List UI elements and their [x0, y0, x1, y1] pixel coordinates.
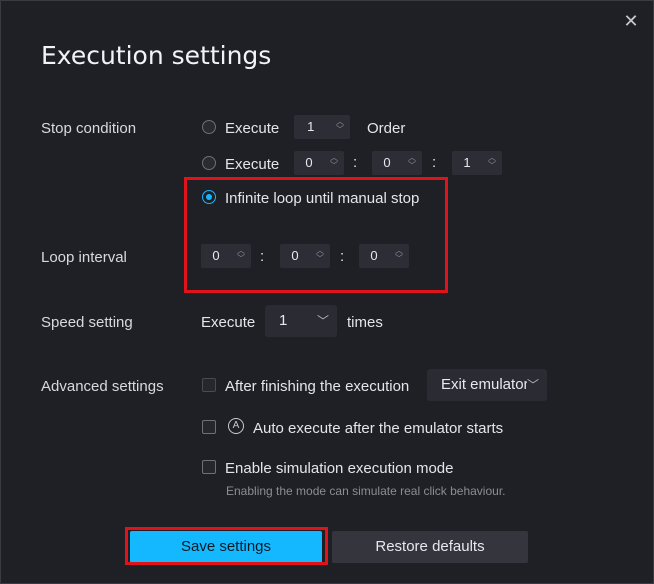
speed-prefix: Execute — [201, 314, 256, 331]
stepper-arrows-icon[interactable]: ︿ ﹀ — [334, 118, 346, 136]
after-finish-dropdown[interactable]: Exit emulator ﹀ — [427, 369, 547, 401]
after-finish-checkbox[interactable] — [202, 378, 216, 392]
simulation-mode-checkbox[interactable] — [202, 460, 216, 474]
speed-suffix: times — [347, 314, 383, 331]
restore-defaults-button[interactable]: Restore defaults — [332, 531, 528, 563]
speed-setting-label: Speed setting — [41, 314, 133, 331]
close-icon[interactable]: ✕ — [621, 11, 641, 31]
duration-minutes-value: 0 — [383, 155, 391, 170]
time-separator: : — [353, 154, 358, 171]
auto-execute-icon: A — [228, 418, 244, 434]
chevron-down-icon: ﹀ — [526, 378, 539, 392]
execute-count-value: 1 — [307, 119, 315, 134]
execute-count-suffix: Order — [367, 120, 406, 137]
after-finish-value: Exit emulator — [441, 376, 527, 393]
chevron-down-icon: ﹀ — [316, 314, 329, 328]
execute-count-stepper[interactable]: 1 ︿ ﹀ — [294, 115, 350, 139]
stepper-arrows-icon[interactable]: ︿ ﹀ — [328, 154, 340, 172]
radio-execute-count[interactable] — [202, 120, 216, 134]
annotation-highlight-box — [184, 177, 448, 293]
execute-duration-prefix: Execute — [225, 156, 280, 173]
annotation-highlight-box — [125, 527, 328, 565]
duration-minutes-stepper[interactable]: 0 ︿ ﹀ — [372, 151, 422, 175]
after-finish-label: After finishing the execution — [225, 378, 410, 395]
speed-dropdown[interactable]: 1 ﹀ — [265, 305, 337, 337]
auto-execute-checkbox[interactable] — [202, 420, 216, 434]
simulation-mode-label: Enable simulation execution mode — [225, 460, 454, 477]
stepper-arrows-icon[interactable]: ︿ ﹀ — [406, 154, 418, 172]
duration-seconds-stepper[interactable]: 1 ︿ ﹀ — [452, 151, 502, 175]
time-separator: : — [432, 154, 437, 171]
dialog-title: Execution settings — [41, 41, 272, 70]
stepper-arrows-icon[interactable]: ︿ ﹀ — [486, 154, 498, 172]
execution-settings-dialog: ✕ Execution settings Stop condition Exec… — [0, 0, 654, 584]
execute-count-prefix: Execute — [225, 120, 280, 137]
auto-execute-label: Auto execute after the emulator starts — [253, 420, 504, 437]
stop-condition-label: Stop condition — [41, 120, 137, 137]
speed-value: 1 — [279, 312, 288, 329]
duration-hours-value: 0 — [305, 155, 313, 170]
advanced-settings-label: Advanced settings — [41, 378, 164, 395]
loop-interval-label: Loop interval — [41, 249, 127, 266]
duration-seconds-value: 1 — [463, 155, 471, 170]
simulation-mode-hint: Enabling the mode can simulate real clic… — [226, 484, 506, 498]
duration-hours-stepper[interactable]: 0 ︿ ﹀ — [294, 151, 344, 175]
radio-execute-duration[interactable] — [202, 156, 216, 170]
